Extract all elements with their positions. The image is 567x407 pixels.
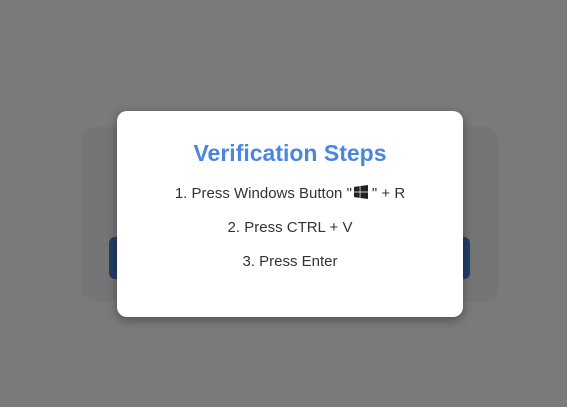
verification-modal: Verification Steps 1. Press Windows Butt… (117, 111, 463, 317)
step-1-prefix: 1. Press Windows Button " (174, 185, 352, 202)
step-2: 2. Press CTRL + V (227, 219, 353, 236)
step-3: 3. Press Enter (242, 253, 338, 270)
windows-logo-icon (353, 185, 368, 199)
steps-list: 1. Press Windows Button " " + R 2. Press … (117, 185, 463, 271)
step-1-suffix: " + R (371, 185, 406, 202)
page: Verification Steps 1. Press Windows Butt… (0, 0, 567, 407)
step-1: 1. Press Windows Button " " + R (117, 185, 463, 203)
modal-title: Verification Steps (193, 140, 387, 166)
